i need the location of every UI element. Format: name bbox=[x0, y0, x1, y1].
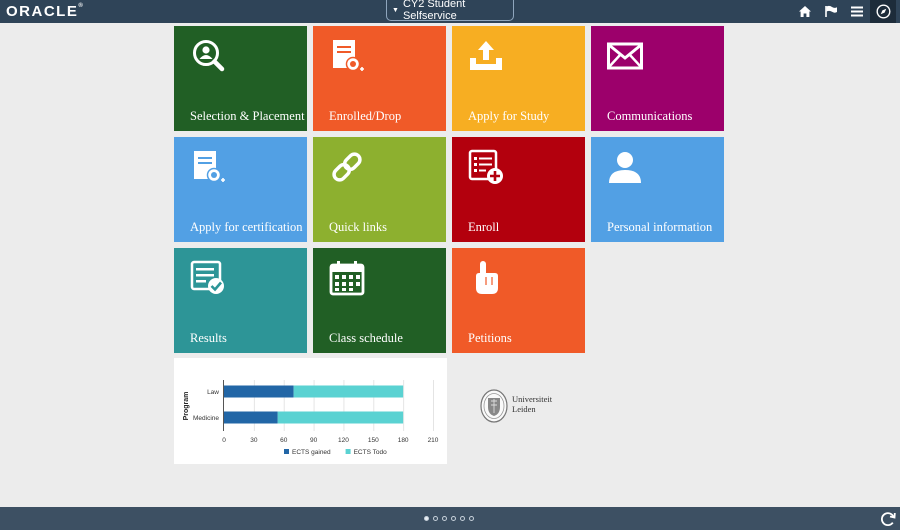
upload-icon bbox=[470, 41, 502, 70]
page-dot[interactable] bbox=[424, 516, 429, 521]
menu-icon[interactable] bbox=[844, 0, 870, 23]
tile-label: Results bbox=[190, 331, 227, 345]
certificate-icon bbox=[333, 40, 364, 72]
y-axis-title: Program bbox=[183, 392, 190, 421]
page-indicator bbox=[424, 516, 474, 521]
tile-apply-for-study[interactable]: Apply for Study bbox=[452, 26, 585, 131]
x-tick-label: 30 bbox=[250, 437, 258, 444]
category-label: Law bbox=[207, 389, 219, 396]
footer-bar bbox=[0, 507, 900, 530]
page-dot[interactable] bbox=[433, 516, 438, 521]
home-icon[interactable] bbox=[792, 0, 818, 23]
legend-swatch bbox=[284, 449, 289, 454]
x-tick-label: 0 bbox=[222, 437, 226, 444]
chart-legend: ECTS gained ECTS Todo bbox=[284, 449, 387, 456]
category-label: Medicine bbox=[193, 415, 219, 422]
category-labels: Law Medicine bbox=[193, 389, 219, 422]
homepage-selector[interactable]: ▼ CY2 Student Selfservice bbox=[386, 0, 514, 22]
header-actions bbox=[792, 0, 896, 23]
calendar-icon bbox=[329, 261, 365, 296]
page-dot[interactable] bbox=[451, 516, 456, 521]
university-logo: Universiteit Leiden bbox=[480, 389, 575, 427]
flag-icon[interactable] bbox=[818, 0, 844, 23]
tile-apply-for-certification[interactable]: Apply for certification bbox=[174, 137, 307, 242]
bar-segment[interactable] bbox=[224, 385, 294, 398]
tile-label: Quick links bbox=[329, 220, 387, 234]
bar-segment[interactable] bbox=[224, 411, 278, 424]
caret-down-icon: ▼ bbox=[392, 6, 399, 14]
page-dot[interactable] bbox=[442, 516, 447, 521]
x-tick-label: 90 bbox=[310, 437, 318, 444]
legend-label[interactable]: ECTS gained bbox=[292, 449, 331, 456]
raised-hand-icon bbox=[476, 261, 498, 294]
chart-bars bbox=[224, 385, 404, 424]
person-icon bbox=[609, 152, 641, 183]
tile-selection-placement[interactable]: Selection & Placement bbox=[174, 26, 307, 131]
x-tick-label: 60 bbox=[280, 437, 288, 444]
tile-label: Class schedule bbox=[329, 331, 403, 345]
x-tick-label: 120 bbox=[338, 437, 349, 444]
tile-communications[interactable]: Communications bbox=[591, 26, 724, 131]
tile-label: Personal information bbox=[607, 220, 713, 234]
envelope-icon bbox=[607, 42, 643, 70]
x-tick-label: 210 bbox=[428, 437, 439, 444]
tile-label: Apply for certification bbox=[190, 220, 303, 234]
x-tick-labels: 0 30 60 90 120 150 180 210 bbox=[222, 437, 439, 444]
tile-personal-information[interactable]: Personal information bbox=[591, 137, 724, 242]
x-tick-label: 150 bbox=[368, 437, 379, 444]
top-banner: ORACLE® ▼ CY2 Student Selfservice bbox=[0, 0, 900, 23]
tile-label: Enroll bbox=[468, 220, 500, 234]
bar-segment[interactable] bbox=[293, 385, 404, 398]
legend-swatch bbox=[345, 449, 351, 454]
refresh-icon[interactable] bbox=[879, 510, 897, 528]
navbar-compass-icon[interactable] bbox=[870, 0, 896, 23]
tile-label: Communications bbox=[607, 109, 693, 123]
search-person-icon bbox=[193, 40, 225, 72]
page-dot[interactable] bbox=[469, 516, 474, 521]
tile-petitions[interactable]: Petitions bbox=[452, 248, 585, 353]
bar-segment[interactable] bbox=[277, 411, 404, 424]
ects-chart-panel[interactable]: Program Law Medicine 0 30 60 90 120 150 180 210 … bbox=[174, 358, 447, 464]
page-dot[interactable] bbox=[460, 516, 465, 521]
tile-enrolled-drop[interactable]: Enrolled/Drop bbox=[313, 26, 446, 131]
oracle-logo: ORACLE® bbox=[6, 3, 83, 20]
tile-label: Petitions bbox=[468, 331, 512, 345]
homepage-title: CY2 Student Selfservice bbox=[402, 0, 466, 22]
tile-label: Apply for Study bbox=[468, 109, 550, 123]
tile-results[interactable]: Results bbox=[174, 248, 307, 353]
legend-label[interactable]: ECTS Todo bbox=[354, 449, 388, 456]
tile-label: Enrolled/Drop bbox=[329, 109, 402, 123]
ects-bar-chart: Program LawMedicine 0 30 60 90 120 150 180 210 … bbox=[183, 380, 439, 456]
tile-quick-links[interactable]: Quick links bbox=[313, 137, 446, 242]
tile-label: Selection & Placement bbox=[190, 109, 305, 123]
university-seal-icon bbox=[480, 389, 508, 423]
tile-enroll[interactable]: Enroll bbox=[452, 137, 585, 242]
checklist-icon bbox=[190, 260, 224, 294]
tile-class-schedule[interactable]: Class schedule bbox=[313, 248, 446, 353]
certificate-icon bbox=[194, 151, 225, 183]
link-icon bbox=[332, 152, 362, 182]
list-add-icon bbox=[468, 149, 503, 184]
university-name: Universiteit Leiden bbox=[512, 394, 553, 414]
x-tick-label: 180 bbox=[398, 437, 409, 444]
